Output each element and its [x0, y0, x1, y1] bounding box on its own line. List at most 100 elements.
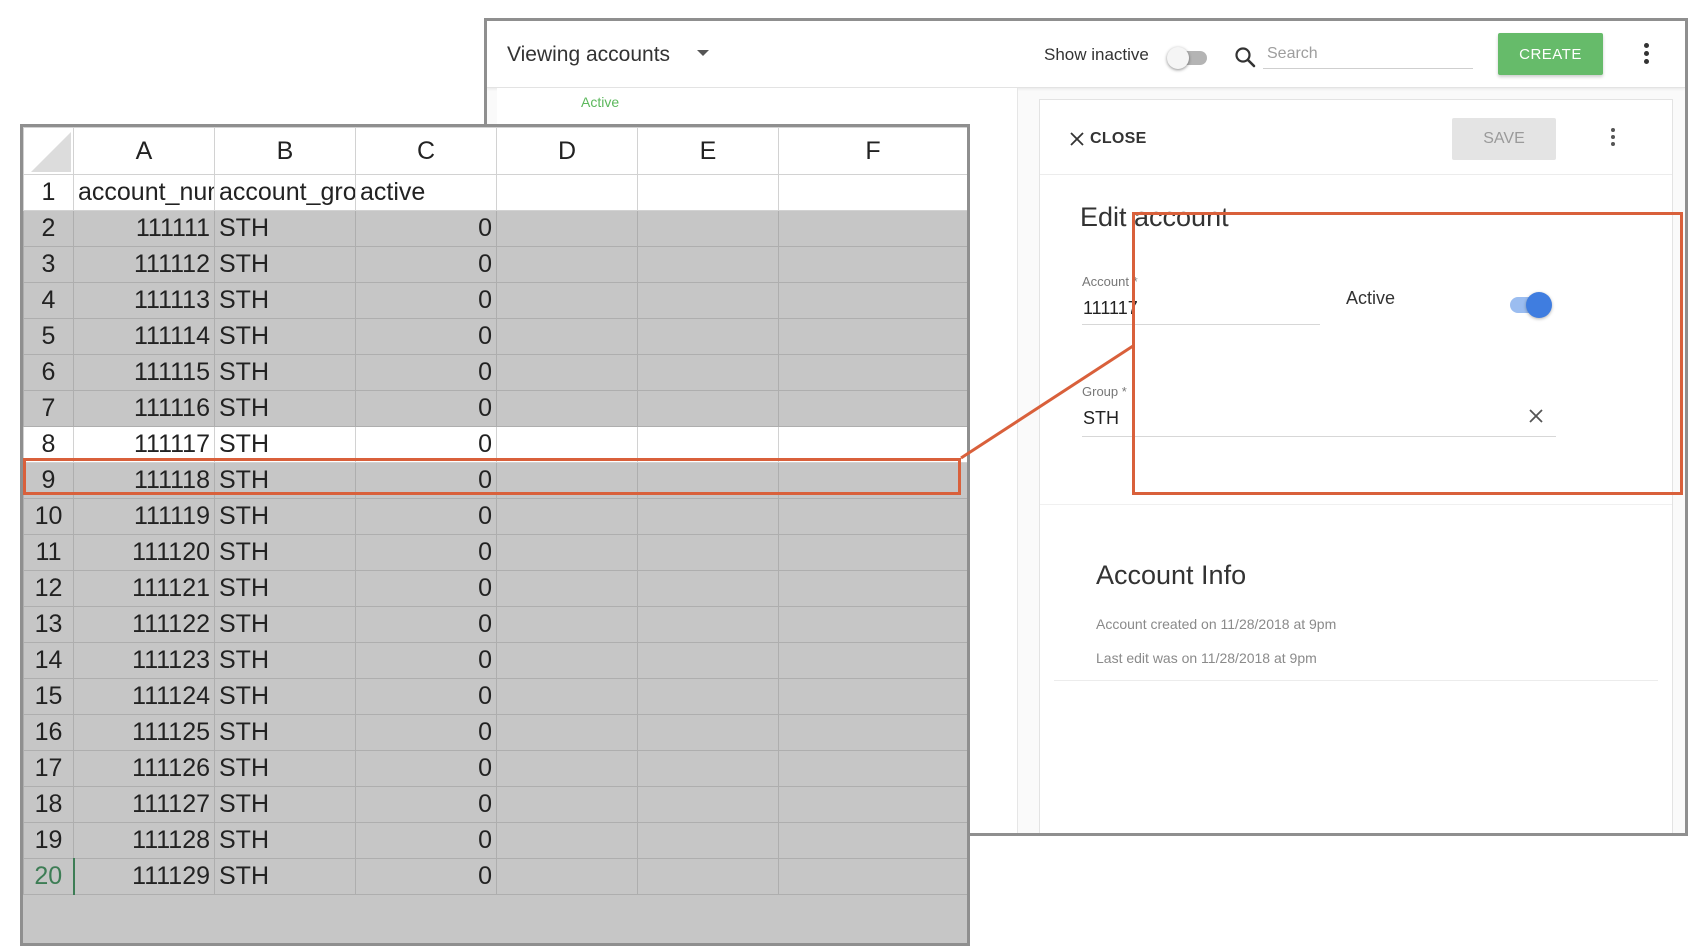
row-number[interactable]: 17 [23, 750, 74, 787]
cell-empty[interactable] [637, 858, 779, 895]
cell-empty[interactable] [778, 210, 967, 247]
cell-empty[interactable] [496, 462, 638, 499]
cell-empty[interactable] [496, 678, 638, 715]
cell-empty[interactable] [637, 462, 779, 499]
row-number[interactable]: 5 [23, 318, 74, 355]
search-input[interactable] [1263, 39, 1473, 69]
cell-account-num[interactable]: 111119 [73, 498, 215, 535]
save-button[interactable]: SAVE [1452, 118, 1556, 160]
cell-active[interactable]: 0 [355, 642, 497, 679]
cell-account-num[interactable]: 111116 [73, 390, 215, 427]
column-header-c[interactable]: C [355, 127, 497, 175]
cell-empty[interactable] [496, 822, 638, 859]
column-header-d[interactable]: D [496, 127, 638, 175]
cell-account-num[interactable]: 111127 [73, 786, 215, 823]
create-button[interactable]: CREATE [1498, 33, 1603, 75]
cell-active[interactable]: 0 [355, 282, 497, 319]
select-all-corner[interactable] [23, 127, 74, 175]
cell-active[interactable]: 0 [355, 498, 497, 535]
row-number[interactable]: 15 [23, 678, 74, 715]
cell-e1[interactable] [637, 174, 779, 211]
cell-account-group[interactable]: STH [214, 390, 356, 427]
view-dropdown-caret-icon[interactable] [697, 50, 709, 56]
search-icon[interactable] [1233, 45, 1257, 69]
cell-account-num[interactable]: 111121 [73, 570, 215, 607]
row-number[interactable]: 16 [23, 714, 74, 751]
row-number[interactable]: 11 [23, 534, 74, 571]
cell-active[interactable]: 0 [355, 786, 497, 823]
cell-empty[interactable] [778, 246, 967, 283]
cell-account-group[interactable]: STH [214, 318, 356, 355]
cell-empty[interactable] [637, 822, 779, 859]
row-number[interactable]: 1 [23, 174, 74, 211]
more-options-icon[interactable] [1643, 43, 1649, 65]
cell-empty[interactable] [778, 354, 967, 391]
cell-empty[interactable] [778, 390, 967, 427]
cell-active[interactable]: 0 [355, 750, 497, 787]
cell-empty[interactable] [496, 246, 638, 283]
cell-account-group[interactable]: STH [214, 822, 356, 859]
cell-empty[interactable] [637, 354, 779, 391]
cell-active[interactable]: 0 [355, 246, 497, 283]
column-header-a[interactable]: A [73, 127, 215, 175]
row-number[interactable]: 9 [23, 462, 74, 499]
cell-empty[interactable] [637, 642, 779, 679]
row-number[interactable]: 2 [23, 210, 74, 247]
cell-account-group[interactable]: STH [214, 282, 356, 319]
cell-empty[interactable] [778, 642, 967, 679]
cell-a1[interactable]: account_num [73, 174, 215, 211]
cell-empty[interactable] [637, 534, 779, 571]
cell-active[interactable]: 0 [355, 534, 497, 571]
account-field[interactable]: 111117 [1083, 298, 1138, 319]
cell-empty[interactable] [496, 390, 638, 427]
cell-account-group[interactable]: STH [214, 498, 356, 535]
cell-account-group[interactable]: STH [214, 606, 356, 643]
cell-empty[interactable] [637, 246, 779, 283]
cell-empty[interactable] [778, 678, 967, 715]
cell-account-group[interactable]: STH [214, 534, 356, 571]
cell-empty[interactable] [637, 714, 779, 751]
cell-empty[interactable] [778, 426, 967, 463]
cell-empty[interactable] [496, 210, 638, 247]
cell-account-num[interactable]: 111123 [73, 642, 215, 679]
cell-account-num[interactable]: 111118 [73, 462, 215, 499]
cell-account-num[interactable]: 111128 [73, 822, 215, 859]
cell-account-num[interactable]: 111129 [73, 858, 215, 895]
column-header-e[interactable]: E [637, 127, 779, 175]
row-number[interactable]: 7 [23, 390, 74, 427]
cell-empty[interactable] [778, 498, 967, 535]
cell-empty[interactable] [778, 570, 967, 607]
cell-empty[interactable] [778, 462, 967, 499]
cell-empty[interactable] [778, 282, 967, 319]
cell-empty[interactable] [778, 750, 967, 787]
cell-active[interactable]: 0 [355, 678, 497, 715]
cell-empty[interactable] [778, 606, 967, 643]
cell-active[interactable]: 0 [355, 354, 497, 391]
cell-account-num[interactable]: 111126 [73, 750, 215, 787]
row-number[interactable]: 12 [23, 570, 74, 607]
cell-account-group[interactable]: STH [214, 786, 356, 823]
cell-empty[interactable] [496, 534, 638, 571]
cell-account-group[interactable]: STH [214, 354, 356, 391]
cell-account-group[interactable]: STH [214, 642, 356, 679]
cell-account-group[interactable]: STH [214, 462, 356, 499]
cell-empty[interactable] [637, 498, 779, 535]
clear-group-icon[interactable] [1526, 406, 1546, 426]
cell-account-group[interactable]: STH [214, 678, 356, 715]
row-number[interactable]: 8 [23, 426, 74, 463]
cell-account-num[interactable]: 111113 [73, 282, 215, 319]
row-number[interactable]: 19 [23, 822, 74, 859]
cell-account-group[interactable]: STH [214, 246, 356, 283]
cell-empty[interactable] [778, 714, 967, 751]
cell-account-group[interactable]: STH [214, 858, 356, 895]
row-number[interactable]: 3 [23, 246, 74, 283]
cell-account-num[interactable]: 111122 [73, 606, 215, 643]
cell-empty[interactable] [496, 570, 638, 607]
row-number[interactable]: 18 [23, 786, 74, 823]
cell-account-num[interactable]: 111117 [73, 426, 215, 463]
cell-empty[interactable] [637, 606, 779, 643]
row-number[interactable]: 4 [23, 282, 74, 319]
cell-empty[interactable] [778, 318, 967, 355]
cell-account-num[interactable]: 111112 [73, 246, 215, 283]
cell-empty[interactable] [637, 426, 779, 463]
